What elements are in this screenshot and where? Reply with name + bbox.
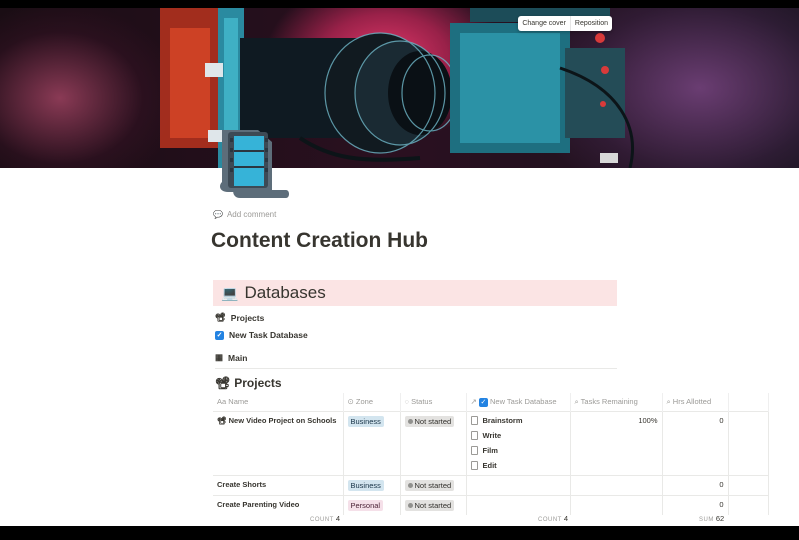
page-icon [470, 460, 478, 470]
column-header-tasks-remaining[interactable]: ⌕ Tasks Remaining [570, 393, 663, 411]
column-label: New Task Database [489, 396, 557, 406]
row-status[interactable]: Not started [400, 410, 467, 475]
row-hrs-allotted[interactable]: 0 [662, 410, 729, 475]
change-cover-button[interactable]: Change cover [518, 16, 570, 31]
row-tasks-remaining[interactable] [570, 494, 663, 515]
link-projects-label: Projects [230, 312, 265, 323]
column-label: Name [228, 397, 249, 407]
reposition-button[interactable]: Reposition [569, 16, 612, 31]
table-row[interactable]: Create Shorts Business Not started 0 [213, 474, 769, 495]
projects-table: Aa Name ⊙ Zone ◌ Status ↗ ✓ New Task Dat… [213, 393, 769, 515]
table-row[interactable]: 📽 New Video Project on Schools Business … [213, 410, 769, 475]
footer-count-tasks[interactable]: COUNT 4 [538, 514, 568, 523]
row-spacer [728, 494, 769, 515]
row-tasks-remaining[interactable] [570, 474, 663, 495]
callout-heading: Databases [244, 283, 326, 302]
row-name[interactable]: Create Parenting Video [213, 494, 344, 515]
search-icon: ⌕ [666, 396, 671, 406]
footer-count-name[interactable]: COUNT 4 [310, 514, 340, 523]
add-comment-button[interactable]: 💬 Add comment [213, 210, 276, 219]
zone-tag: Business [347, 479, 384, 491]
footer-sum-hrs[interactable]: SUM 62 [699, 514, 724, 523]
cover-controls: Change cover Reposition [518, 16, 612, 31]
page-title[interactable]: Content Creation Hub [211, 229, 428, 253]
task-link[interactable]: Brainstorm [470, 415, 566, 425]
row-name[interactable]: Create Shorts [213, 474, 344, 495]
row-zone[interactable]: Personal [343, 494, 401, 515]
row-tasks-remaining[interactable]: 100% [570, 410, 663, 475]
checkbox-icon: ✓ [478, 397, 488, 407]
row-tasks[interactable] [466, 494, 571, 515]
row-spacer [728, 474, 769, 495]
divider [215, 368, 617, 369]
row-spacer [728, 410, 769, 475]
text-property-icon: Aa [217, 397, 227, 407]
page-icon [470, 445, 478, 455]
select-property-icon: ⊙ [347, 397, 354, 407]
row-hrs-allotted[interactable]: 0 [662, 474, 729, 495]
row-status[interactable]: Not started [400, 494, 467, 515]
link-new-task-database[interactable]: ✓ New Task Database [215, 330, 308, 340]
column-header-status[interactable]: ◌ Status [400, 393, 467, 411]
column-header-new-task-database[interactable]: ↗ ✓ New Task Database [466, 393, 571, 411]
row-hrs-allotted[interactable]: 0 [662, 494, 729, 515]
search-icon: ⌕ [574, 396, 579, 406]
table-header-row: Aa Name ⊙ Zone ◌ Status ↗ ✓ New Task Dat… [213, 393, 769, 411]
zone-tag: Personal [347, 499, 384, 511]
comment-icon: 💬 [213, 210, 223, 219]
status-tag: Not started [404, 479, 455, 491]
row-status[interactable]: Not started [400, 474, 467, 495]
link-new-task-label: New Task Database [229, 330, 308, 340]
row-tasks[interactable] [466, 474, 571, 495]
link-main[interactable]: ▦ Main [215, 352, 247, 363]
column-header-name[interactable]: Aa Name [213, 393, 344, 411]
column-header-zone[interactable]: ⊙ Zone [343, 393, 401, 411]
status-tag: Not started [404, 499, 455, 511]
page-frame: Change cover Reposition 💬 Add comment Co… [0, 8, 799, 526]
projector-icon: 📽 [215, 376, 231, 390]
film-reel-icon[interactable] [214, 128, 294, 202]
link-projects[interactable]: 📽 Projects [215, 312, 264, 323]
zone-tag: Business [347, 415, 384, 427]
column-header-spacer [728, 393, 769, 411]
row-tasks[interactable]: Brainstorm Write Film Edit [466, 410, 571, 475]
databases-callout[interactable]: 💻 Databases [213, 280, 617, 306]
add-comment-label: Add comment [226, 210, 277, 219]
table-row[interactable]: Create Parenting Video Personal Not star… [213, 494, 769, 515]
status-tag: Not started [404, 415, 455, 427]
checkbox-icon: ✓ [215, 330, 224, 340]
database-title[interactable]: 📽 Projects [215, 376, 282, 390]
projector-icon: 📽 [217, 415, 227, 425]
row-zone[interactable]: Business [343, 410, 401, 475]
row-name[interactable]: 📽 New Video Project on Schools [213, 410, 344, 475]
page-icon [470, 430, 478, 440]
column-label: Tasks Remaining [580, 396, 638, 406]
laptop-icon: 💻 [221, 284, 239, 301]
cover-image[interactable]: Change cover Reposition [0, 8, 799, 168]
task-link[interactable]: Edit [470, 460, 566, 470]
column-label: Zone [355, 397, 373, 407]
projector-icon: 📽 [215, 312, 226, 322]
link-main-label: Main [228, 352, 248, 363]
table-icon: ▦ [215, 352, 224, 362]
camera-illustration [160, 8, 634, 168]
row-name-label: New Video Project on Schools [228, 415, 337, 425]
relation-arrow-icon: ↗ [470, 396, 477, 406]
database-title-label: Projects [234, 376, 282, 390]
column-label: Status [411, 397, 433, 407]
column-header-hrs-allotted[interactable]: ⌕ Hrs Allotted [662, 393, 729, 411]
status-property-icon: ◌ [404, 397, 409, 407]
task-link[interactable]: Write [470, 430, 566, 440]
row-zone[interactable]: Business [343, 474, 401, 495]
task-link[interactable]: Film [470, 445, 566, 455]
page-icon [470, 415, 478, 425]
column-label: Hrs Allotted [672, 396, 712, 406]
